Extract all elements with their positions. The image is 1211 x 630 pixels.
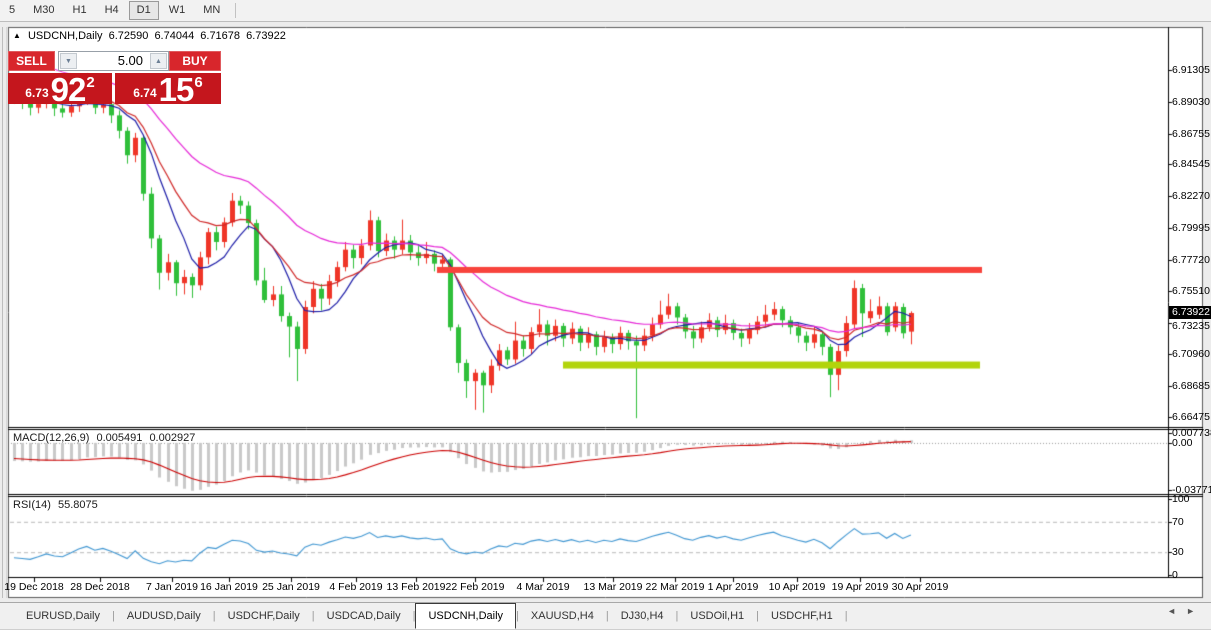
date-axis-label: 30 Apr 2019 — [891, 581, 949, 593]
price-axis-label: 6.77720 — [1172, 254, 1210, 266]
date-axis-label: 1 Apr 2019 — [707, 581, 759, 593]
rsi-axis-label: 30 — [1172, 546, 1184, 558]
tab-separator: | — [844, 610, 848, 622]
price-axis-label: 6.70960 — [1172, 348, 1210, 360]
macd-indicator-label: MACD(12,26,9) 0.005491 0.002927 — [13, 432, 199, 444]
buy-price-small: 6.74 — [133, 86, 157, 100]
ohlc-open: 6.72590 — [108, 30, 149, 42]
macd-value-main: 0.005491 — [96, 432, 143, 444]
date-axis-label: 19 Apr 2019 — [831, 581, 889, 593]
price-axis-label: 6.84545 — [1172, 158, 1210, 170]
timeframe-button-M30[interactable]: M30 — [25, 1, 62, 20]
sell-price-small: 6.73 — [25, 86, 49, 100]
timeframe-button-D1[interactable]: D1 — [128, 1, 159, 20]
price-axis-label: 6.75510 — [1172, 285, 1210, 297]
chart-tab-usdcad-daily[interactable]: USDCAD,Daily — [315, 603, 413, 629]
timeframe-button-H1[interactable]: H1 — [65, 1, 95, 20]
rsi-name: RSI(14) — [13, 499, 51, 511]
spinner-down-icon: ▼ — [65, 57, 72, 65]
date-axis-label: 13 Feb 2019 — [386, 581, 446, 593]
date-axis-label: 4 Feb 2019 — [329, 581, 383, 593]
tab-bar-pad — [0, 603, 14, 629]
rsi-axis-label: 0 — [1172, 569, 1178, 581]
chart-tab-bar: EURUSD,Daily | AUDUSD,Daily | USDCHF,Daily | U… — [0, 602, 1211, 630]
sell-price-big: 92 — [50, 71, 87, 108]
price-axis-label: 6.89030 — [1172, 96, 1210, 108]
chart-tab-dj30-h4[interactable]: DJ30,H4 — [609, 603, 676, 629]
chart-tab-usdchf-daily[interactable]: USDCHF,Daily — [216, 603, 312, 629]
tab-scroll-buttons: ◄► — [1167, 606, 1205, 616]
ohlc-close: 6.73922 — [246, 30, 286, 42]
timeframe-toolbar: 5 M30 H1 H4 D1 W1 MN — [0, 0, 1211, 22]
timeframe-button-5[interactable]: 5 — [1, 1, 23, 20]
macd-value-signal: 0.002927 — [149, 432, 196, 444]
sell-button[interactable]: SELL — [8, 51, 55, 71]
date-axis-label: 7 Jan 2019 — [146, 581, 198, 593]
volume-decrease-button[interactable]: ▼ — [60, 53, 77, 69]
timeframe-button-MN[interactable]: MN — [195, 1, 228, 20]
date-axis-label: 22 Mar 2019 — [645, 581, 705, 593]
window-left-edge — [2, 27, 7, 598]
chart-title: ▲ USDCNH,Daily 6.72590 6.74044 6.71678 6… — [13, 30, 289, 42]
volume-increase-button[interactable]: ▲ — [150, 53, 167, 69]
timeframe-button-W1[interactable]: W1 — [161, 1, 194, 20]
tab-scroll-left-icon[interactable]: ◄ — [1167, 606, 1186, 616]
rsi-value: 55.8075 — [57, 499, 98, 511]
rsi-axis-label: 100 — [1172, 493, 1190, 505]
buy-button[interactable]: BUY — [169, 51, 221, 71]
date-axis-label: 10 Apr 2019 — [768, 581, 826, 593]
price-axis-label: 6.68685 — [1172, 380, 1210, 392]
buy-price-sup: 6 — [194, 74, 203, 91]
buy-price-button[interactable]: 6.74 15 6 — [115, 71, 221, 108]
current-price-tag: 6.73922 — [1169, 306, 1211, 319]
chart-tab-xauusd-h4[interactable]: XAUUSD,H4 — [519, 603, 606, 629]
chart-tab-eurusd-daily[interactable]: EURUSD,Daily — [14, 603, 112, 629]
date-axis-label: 19 Dec 2018 — [4, 581, 64, 593]
buy-price-big: 15 — [158, 71, 195, 108]
price-axis-label: 6.73235 — [1172, 320, 1210, 332]
chart-symbol-period: USDCNH,Daily — [27, 30, 103, 42]
date-axis-label: 16 Jan 2019 — [200, 581, 258, 593]
price-axis-label: 6.91305 — [1172, 64, 1210, 76]
volume-stepper: ▼ 5.00 ▲ — [58, 51, 169, 71]
spinner-up-icon: ▲ — [155, 57, 162, 65]
macd-name: MACD(12,26,9) — [13, 432, 90, 444]
ohlc-low: 6.71678 — [200, 30, 241, 42]
macd-axis-label: 0.00 — [1172, 437, 1193, 449]
date-axis-label: 4 Mar 2019 — [516, 581, 570, 593]
volume-input[interactable]: 5.00 — [79, 52, 148, 70]
date-axis-label: 25 Jan 2019 — [262, 581, 320, 593]
price-axis-label: 6.66475 — [1172, 411, 1210, 423]
sell-price-button[interactable]: 6.73 92 2 — [8, 71, 112, 108]
price-axis-label: 6.86755 — [1172, 128, 1210, 140]
rsi-indicator-label: RSI(14) 55.8075 — [13, 499, 102, 511]
ohlc-high: 6.74044 — [154, 30, 195, 42]
price-axis-label: 6.82270 — [1172, 190, 1210, 202]
chart-tab-usdchf-h1[interactable]: USDCHF,H1 — [759, 603, 845, 629]
date-axis-label: 28 Dec 2018 — [70, 581, 130, 593]
chart-tab-usdcnh-daily[interactable]: USDCNH,Daily — [415, 603, 517, 629]
collapse-arrow-icon: ▲ — [13, 31, 21, 40]
chart-tab-audusd-daily[interactable]: AUDUSD,Daily — [115, 603, 213, 629]
date-axis-label: 13 Mar 2019 — [583, 581, 643, 593]
rsi-axis-label: 70 — [1172, 516, 1184, 528]
tab-scroll-right-icon[interactable]: ► — [1186, 606, 1205, 616]
chart-tab-usdoil-h1[interactable]: USDOil,H1 — [678, 603, 756, 629]
sell-price-sup: 2 — [86, 74, 95, 91]
timeframe-button-H4[interactable]: H4 — [97, 1, 127, 20]
price-axis-label: 6.79995 — [1172, 222, 1210, 234]
date-axis-label: 22 Feb 2019 — [445, 581, 505, 593]
one-click-trading-panel: SELL ▼ 5.00 ▲ BUY 6.73 92 2 6.74 15 6 — [8, 51, 221, 108]
toolbar-separator — [235, 3, 237, 18]
